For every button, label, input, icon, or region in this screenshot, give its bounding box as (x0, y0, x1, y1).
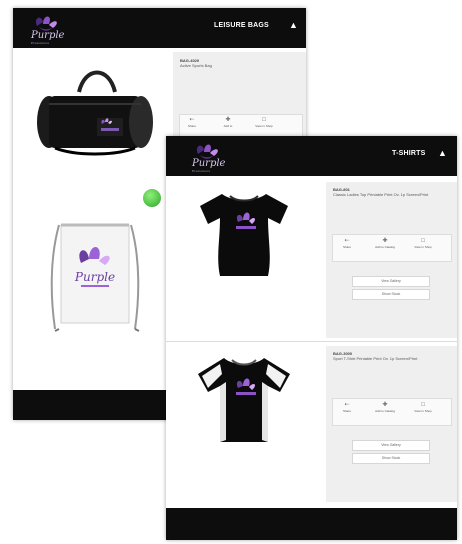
sport-tshirt-image (198, 358, 290, 442)
front-footer-bar (166, 508, 457, 540)
category-title: T-SHIRTS (392, 150, 426, 157)
brand-name: Purple (31, 30, 65, 41)
bag-icon: □ (421, 402, 425, 408)
plus-icon: ✚ (382, 402, 388, 408)
ladies-tshirt-image (200, 194, 288, 276)
share-button[interactable]: ⇠ Share (334, 237, 360, 249)
add-to-label: Add to (223, 124, 233, 128)
product-description: Sport T-Shirt Printable Print Ov. 1p Scr… (333, 356, 418, 361)
add-to-catalog-label: Add to Catalog (375, 409, 395, 413)
bag-icon: □ (421, 238, 425, 244)
view-gallery-button[interactable]: View Gallery (352, 440, 430, 451)
product-actions: ⇠ Share ✚ Add to Catalog □ View in Shop (334, 401, 436, 413)
view-in-shop-label: View in Shop (414, 409, 432, 413)
category-title: LEISURE BAGS (214, 22, 269, 29)
add-to-catalog-label: Add to Catalog (375, 245, 395, 249)
drawstring-bag-image: Purple (50, 223, 140, 332)
back-header-bar: Purple Promotions LEISURE BAGS ▲ (13, 8, 306, 48)
brand-tagline: Promotions (31, 41, 50, 45)
share-icon: ⇠ (344, 402, 350, 408)
add-to-button[interactable]: ✚ Add to (215, 116, 241, 128)
product-panel-2: BAG-3000 Sport T-Shirt Printable Print O… (326, 346, 457, 502)
share-label: Share (342, 245, 351, 249)
brand-logo[interactable]: Purple Promotions (27, 12, 67, 46)
view-in-shop-button[interactable]: □ View in Shop (251, 116, 277, 128)
view-in-shop-label: View in Shop (255, 124, 273, 128)
brand-logo[interactable]: Purple Promotions (188, 140, 228, 174)
view-in-shop-label: View in Shop (414, 245, 432, 249)
plus-icon: ✚ (382, 238, 388, 244)
view-in-shop-button[interactable]: □ View in Shop (410, 237, 436, 249)
share-icon: ⇠ (344, 238, 350, 244)
add-to-catalog-button[interactable]: ✚ Add to Catalog (372, 237, 398, 249)
product-actions: ⇠ Share ✚ Add to Catalog □ View in Shop (334, 237, 436, 249)
product-divider (166, 341, 457, 342)
svg-text:Purple: Purple (74, 270, 115, 284)
product-panel-1: BAG-801 Classic Ladies Top Printable Pri… (326, 182, 457, 338)
share-label: Share (187, 124, 196, 128)
share-button[interactable]: ⇠ Share (334, 401, 360, 413)
add-to-catalog-button[interactable]: ✚ Add to Catalog (372, 401, 398, 413)
show-stock-button[interactable]: Show Stock (352, 453, 430, 464)
front-header-bar: Purple Promotions T-SHIRTS ▲ (166, 136, 457, 176)
view-in-shop-button[interactable]: □ View in Shop (410, 401, 436, 413)
menu-icon[interactable]: ▲ (438, 148, 447, 158)
brand-name: Purple (192, 158, 226, 169)
front-app-screen: Purple Promotions T-SHIRTS ▲ BAG-801 Cla… (166, 136, 457, 540)
share-button[interactable]: ⇠ Share (179, 116, 205, 128)
status-indicator (143, 189, 161, 207)
share-label: Share (342, 409, 351, 413)
bag-icon: □ (262, 117, 266, 123)
product-actions: ⇠ Share ✚ Add to □ View in Shop (179, 116, 277, 128)
share-icon: ⇠ (189, 117, 195, 123)
product-description: Classic Ladies Top Printable Print Ov. 1… (333, 192, 429, 197)
brand-tagline: Promotions (192, 169, 211, 173)
show-stock-button[interactable]: Show Stock (352, 289, 430, 300)
duffle-bag-image (37, 70, 153, 156)
product-description: Active Sports Bag (180, 63, 212, 68)
plus-icon: ✚ (225, 117, 231, 123)
menu-icon[interactable]: ▲ (289, 20, 298, 30)
view-gallery-button[interactable]: View Gallery (352, 276, 430, 287)
